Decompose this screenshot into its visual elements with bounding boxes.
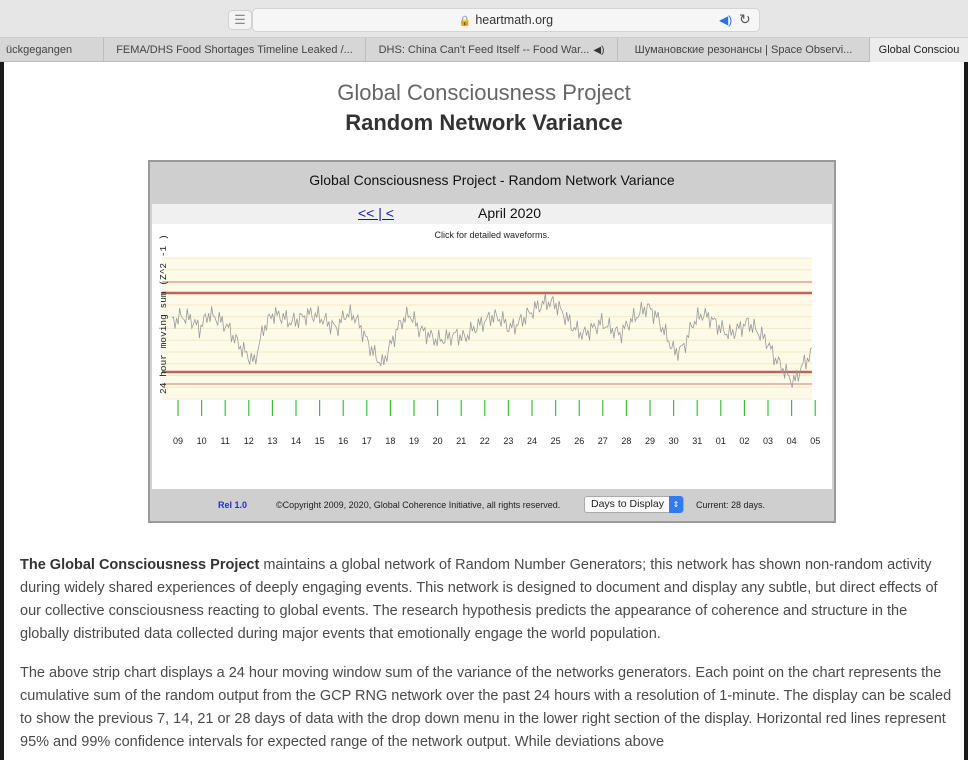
url-text: heartmath.org (475, 13, 554, 27)
x-tick-label: 21 (456, 436, 466, 446)
tab-audio-icon[interactable]: ◀) (593, 45, 604, 56)
x-tick-label: 26 (574, 436, 584, 446)
previous-month-link[interactable]: << | < (358, 205, 394, 221)
speaker-icon[interactable]: ◀) (719, 13, 732, 27)
tab-label: Шумановские резонансы | Space Observi... (634, 44, 853, 56)
tab-5-active[interactable]: Global Consciou (870, 38, 968, 62)
x-tick-label: 24 (527, 436, 537, 446)
month-nav: << | < April 2020 (152, 204, 832, 224)
address-toolbar: ☰ 🔒 heartmath.org ◀) ↻ (0, 0, 968, 38)
gcp-chart-widget: Global Consciousness Project - Random Ne… (148, 160, 836, 523)
tab-label: Global Consciou (878, 44, 960, 56)
web-page: Global Consciousness Project Random Netw… (4, 62, 964, 760)
x-tick-label: 13 (267, 436, 277, 446)
days-to-display-select[interactable]: Days to Display ⇕ (584, 496, 684, 513)
x-tick-label: 18 (385, 436, 395, 446)
x-tick-label: 22 (480, 436, 490, 446)
tab-label: DHS: China Can't Feed Itself -- Food War… (378, 44, 590, 56)
x-tick-label: 03 (763, 436, 773, 446)
x-tick-label: 12 (244, 436, 254, 446)
y-axis-label: 24 hour moving sum (Z^2 -1 ) (158, 234, 169, 394)
tab-label: FEMA/DHS Food Shortages Timeline Leaked … (116, 44, 353, 56)
chart-description-paragraph: The above strip chart displays a 24 hour… (20, 662, 954, 754)
tab-2[interactable]: FEMA/DHS Food Shortages Timeline Leaked … (104, 38, 366, 62)
x-tick-label: 28 (621, 436, 631, 446)
copyright-text: ©Copyright 2009, 2020, Global Coherence … (276, 500, 561, 510)
address-bar[interactable]: 🔒 heartmath.org ◀) ↻ (252, 8, 760, 32)
x-tick-label: 19 (409, 436, 419, 446)
x-tick-label: 14 (291, 436, 301, 446)
chart-description-text: The above strip chart displays a 24 hour… (20, 665, 952, 750)
x-tick-label: 11 (221, 436, 230, 446)
plot-area[interactable]: Click for detailed waveforms. 09 10 11 12 13… (152, 224, 832, 489)
x-tick-label: 05 (810, 436, 820, 446)
x-tick-label: 04 (787, 436, 797, 446)
tab-label: ückgegangen (6, 44, 73, 56)
tab-bar: ückgegangen FEMA/DHS Food Shortages Time… (0, 38, 968, 62)
browser-chrome: ☰ 🔒 heartmath.org ◀) ↻ ückgegangen FEMA/D… (0, 0, 968, 62)
tab-1[interactable]: ückgegangen (0, 38, 104, 62)
month-label: April 2020 (478, 205, 542, 221)
x-tick-label: 31 (692, 436, 702, 446)
x-tick-label: 15 (315, 436, 325, 446)
page-title: Global Consciousness Project (337, 80, 631, 105)
widget-footer: Rel 1.0 ©Copyright 2009, 2020, Global Co… (152, 492, 832, 520)
x-tick-label: 02 (739, 436, 749, 446)
chevron-updown-icon: ⇕ (669, 496, 683, 513)
variance-chart[interactable]: 09 10 11 12 13 14 15 16 17 18 19 20 21 22 23 24 25 26 27 28… (152, 224, 832, 489)
intro-lead: The Global Consciousness Project (20, 557, 260, 573)
x-tick-label: 01 (716, 436, 726, 446)
x-tick-label: 25 (551, 436, 561, 446)
x-tick-label: 29 (645, 436, 655, 446)
reader-view-icon[interactable]: ☰ (228, 10, 252, 30)
select-label: Days to Display (591, 498, 664, 510)
x-tick-label: 16 (338, 436, 348, 446)
x-tick-label: 20 (433, 436, 443, 446)
x-tick-label: 09 (173, 436, 183, 446)
x-tick-label: 10 (197, 436, 207, 446)
current-days-text: Current: 28 days. (696, 500, 766, 510)
x-tick-label: 23 (503, 436, 513, 446)
tab-3[interactable]: DHS: China Can't Feed Itself -- Food War… (366, 38, 618, 62)
lock-icon: 🔒 (458, 16, 472, 27)
x-tick-label: 27 (598, 436, 608, 446)
widget-title: Global Consciousness Project - Random Ne… (309, 172, 675, 188)
intro-paragraph: The Global Consciousness Project maintai… (20, 554, 954, 646)
page-subtitle: Random Network Variance (345, 110, 623, 135)
tab-4[interactable]: Шумановские резонансы | Space Observi... (618, 38, 870, 62)
x-tick-label: 17 (362, 436, 372, 446)
reload-icon[interactable]: ↻ (739, 11, 751, 28)
release-label: Rel 1.0 (218, 500, 248, 510)
x-tick-label: 30 (669, 436, 679, 446)
